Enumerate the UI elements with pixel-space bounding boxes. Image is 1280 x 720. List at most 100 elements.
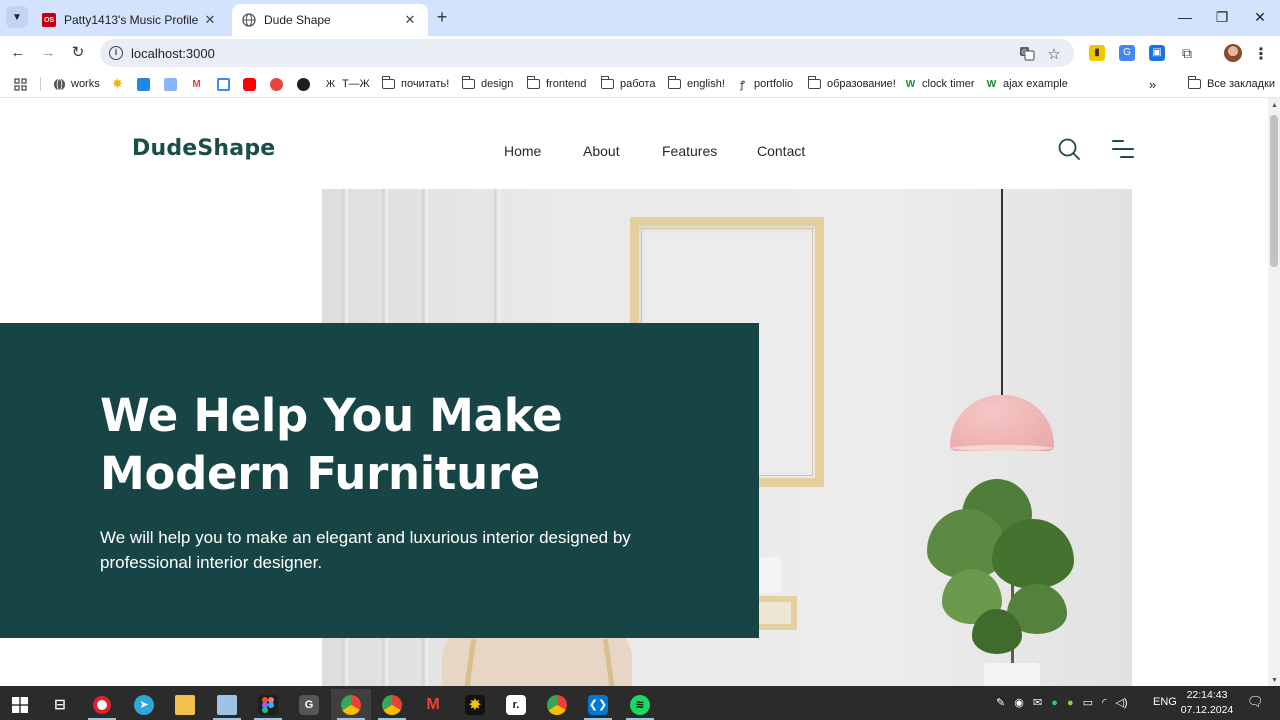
task-view-button[interactable]: ⊟: [40, 689, 80, 720]
close-tab-icon[interactable]: ✕: [202, 12, 218, 28]
bookmark-github[interactable]: [297, 76, 310, 92]
url-text[interactable]: localhost:3000: [131, 46, 215, 61]
minimize-button[interactable]: —: [1170, 6, 1200, 28]
bookmark-sun[interactable]: ✸: [111, 76, 129, 92]
clock-date: 07.12.2024: [1180, 704, 1234, 716]
nav-features[interactable]: Features: [662, 143, 717, 159]
address-bar[interactable]: i localhost:3000 G ☆: [100, 39, 1074, 67]
glyph-icon: Ж: [325, 78, 336, 90]
taskbar-notepad[interactable]: [207, 689, 247, 720]
bookmark-folder-obrazovanie[interactable]: образование!: [807, 76, 896, 92]
taskbar-chrome-2[interactable]: [372, 689, 412, 720]
back-button[interactable]: ←: [7, 42, 29, 64]
taskbar-vscode[interactable]: ❮❯: [578, 689, 618, 720]
maximize-button[interactable]: ❐: [1207, 6, 1237, 28]
taskbar-figma[interactable]: [248, 689, 288, 720]
tab-dude-shape[interactable]: Dude Shape ✕: [232, 4, 428, 36]
volume-icon[interactable]: ◁): [1115, 697, 1127, 709]
taskbar-gmail[interactable]: M: [413, 689, 453, 720]
new-tab-button[interactable]: +: [432, 7, 452, 27]
tab-title: Patty1413's Music Profile | Last.fm: [64, 13, 202, 27]
bookmark-folder-rabota[interactable]: работа: [600, 76, 655, 92]
taskbar-rubrix[interactable]: r.: [496, 689, 536, 720]
scrollbar-thumb[interactable]: [1270, 115, 1278, 267]
scroll-up-icon[interactable]: ▲: [1271, 102, 1278, 109]
folder-icon: [807, 76, 821, 89]
bookmark-folder-pochitat[interactable]: почитать!: [381, 76, 449, 92]
menu-burger-icon[interactable]: [1112, 140, 1134, 160]
close-window-button[interactable]: ✕: [1245, 6, 1275, 28]
tray-icons[interactable]: ✎ ◉ ✉ ● ● ▭ ◜ ◁): [996, 696, 1128, 709]
notepad-icon: [217, 694, 237, 715]
bookmark-gmail[interactable]: M: [190, 76, 208, 92]
pen-icon[interactable]: ✎: [996, 697, 1005, 709]
bookmark-label: ajax example: [1003, 78, 1068, 90]
folder-icon: [461, 76, 475, 89]
bookmark-label: clock timer: [922, 78, 975, 90]
bookmark-clock-timer[interactable]: Wclock timer: [904, 76, 975, 92]
system-clock[interactable]: 22:14:43 07.12.2024: [1176, 688, 1238, 718]
taskbar-chrome-3[interactable]: [537, 689, 577, 720]
bookmark-calendar[interactable]: [217, 76, 230, 92]
lastfm-icon: OS: [42, 13, 56, 27]
reload-button[interactable]: ↻: [67, 42, 89, 64]
language-indicator[interactable]: ENG: [1153, 696, 1177, 708]
bookmark-ajax-example[interactable]: Wajax example: [985, 76, 1068, 92]
mail-icon[interactable]: ✉: [1033, 697, 1042, 709]
nav-home[interactable]: Home: [504, 143, 541, 159]
taskbar-explorer[interactable]: [165, 689, 205, 720]
taskbar-telegram[interactable]: ➤: [124, 689, 164, 720]
apps-grid-icon[interactable]: [14, 76, 27, 92]
taskbar-opera[interactable]: [82, 689, 122, 720]
nav-about[interactable]: About: [583, 143, 620, 159]
lamp-rim: [952, 445, 1052, 451]
tab-search-button[interactable]: ▼: [6, 6, 28, 28]
bookmark-star-icon[interactable]: ☆: [1045, 45, 1063, 63]
keep-extension-icon[interactable]: ▮: [1089, 45, 1105, 61]
profile-avatar[interactable]: [1224, 44, 1242, 62]
bookmark-tzh[interactable]: Ж Т—Ж: [324, 76, 370, 92]
bookmark-lightning[interactable]: [137, 76, 150, 92]
hero-banner: We Help You Make Modern Furniture We wil…: [0, 323, 759, 638]
globe-icon: [242, 13, 256, 27]
taskbar-chrome-active[interactable]: [331, 689, 371, 720]
scroll-down-icon[interactable]: ▼: [1271, 677, 1278, 684]
close-tab-icon[interactable]: ✕: [402, 12, 418, 28]
page-scrollbar[interactable]: ▲ ▼: [1268, 98, 1280, 686]
browser-menu-icon[interactable]: ⋮: [1253, 44, 1269, 64]
notifications-icon[interactable]: 🗨: [1247, 694, 1264, 710]
nav-contact[interactable]: Contact: [757, 143, 805, 159]
screen-extension-icon[interactable]: ▣: [1149, 45, 1165, 61]
all-bookmarks-folder[interactable]: Все закладки: [1187, 76, 1275, 92]
wifi-icon[interactable]: ◜: [1102, 697, 1106, 709]
search-icon[interactable]: [1058, 138, 1080, 160]
gmail-icon: M: [192, 78, 201, 90]
bookmark-works[interactable]: works: [53, 76, 100, 92]
battery-icon[interactable]: ▭: [1083, 697, 1093, 709]
bookmarks-overflow-button[interactable]: »: [1149, 76, 1156, 92]
forward-button[interactable]: →: [37, 42, 59, 64]
translate-extension-icon[interactable]: G: [1119, 45, 1135, 61]
site-info-icon[interactable]: i: [109, 46, 123, 60]
bookmark-youtube[interactable]: [243, 76, 256, 92]
taskbar-spotify[interactable]: ≋: [620, 689, 660, 720]
bookmark-settings[interactable]: [270, 76, 283, 92]
vscode-icon: ❮❯: [588, 694, 608, 715]
site-logo[interactable]: DudeShape: [132, 136, 275, 161]
taskbar-app-g[interactable]: G: [289, 689, 329, 720]
bookmark-translate[interactable]: [164, 76, 177, 92]
bookmark-folder-design[interactable]: design: [461, 76, 513, 92]
tray-app-icon[interactable]: ◉: [1014, 697, 1024, 709]
bookmark-label: Т—Ж: [342, 78, 370, 90]
tab-lastfm[interactable]: OS Patty1413's Music Profile | Last.fm ✕: [32, 4, 228, 36]
start-button[interactable]: [0, 689, 40, 720]
bookmark-portfolio[interactable]: ꝭ portfolio: [736, 76, 793, 92]
extensions-puzzle-icon[interactable]: ⧉: [1179, 45, 1195, 61]
bookmark-folder-english[interactable]: english!: [667, 76, 725, 92]
bookmark-folder-frontend[interactable]: frontend: [526, 76, 586, 92]
tray-chart-icon[interactable]: ●: [1067, 697, 1074, 709]
taskbar-star-app[interactable]: ✸: [455, 689, 495, 720]
bookmark-label: works: [71, 78, 100, 90]
translate-icon[interactable]: G: [1018, 45, 1036, 61]
spotify-tray-icon[interactable]: ●: [1051, 697, 1058, 709]
